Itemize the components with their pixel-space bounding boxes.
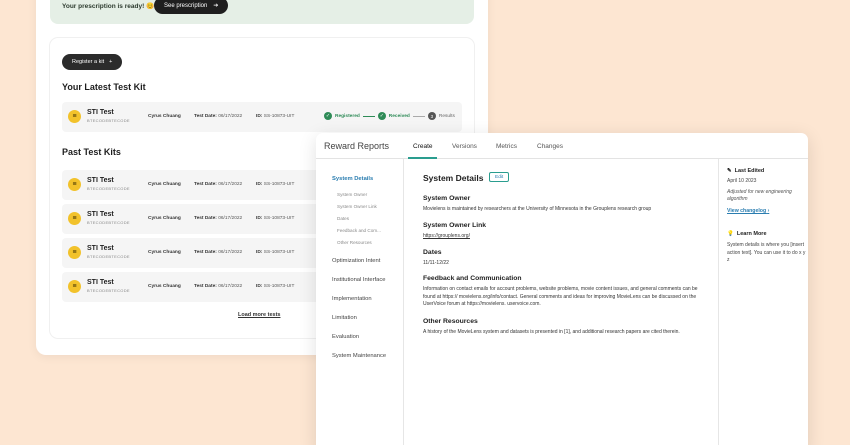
kit-date: Test Date: 06/17/2022	[194, 216, 243, 221]
test-tube-icon: ≡	[68, 178, 81, 191]
test-tube-icon: ≡	[68, 212, 81, 225]
step-received: Received	[388, 113, 410, 119]
kit-name: STI Test	[87, 177, 114, 184]
nav-implementation[interactable]: Implementation	[332, 296, 372, 302]
nav-limitation[interactable]: Limitation	[332, 315, 357, 321]
other-resources-text: A history of the MovieLens system and da…	[423, 329, 680, 335]
other-resources-heading: Other Resources	[423, 318, 478, 325]
system-owner-text: Movielens is maintained by researchers a…	[423, 206, 652, 212]
reward-header: Reward Reports Create Versions Metrics C…	[316, 133, 808, 159]
past-kits-heading: Past Test Kits	[62, 147, 121, 157]
learn-more-text: System details is where you [insert acti…	[727, 242, 806, 263]
tab-versions[interactable]: Versions	[452, 143, 477, 150]
last-edited-note: Adjusted for new engineering algorithm	[727, 189, 792, 202]
latest-kit-heading: Your Latest Test Kit	[62, 82, 146, 92]
tab-changes[interactable]: Changes	[537, 143, 563, 150]
prescription-banner: Your prescription is ready! 😊 See prescr…	[50, 0, 474, 24]
last-edited-heading: ✎ Last Edited	[727, 168, 765, 174]
nav-optimization-intent[interactable]: Optimization Intent	[332, 258, 380, 264]
step-registered: Registered	[335, 113, 360, 119]
check-icon: ✓	[324, 112, 332, 120]
owner-link-heading: System Owner Link	[423, 222, 487, 229]
register-kit-button[interactable]: Register a kit +	[62, 54, 123, 70]
kit-name: STI Test	[87, 109, 114, 116]
tab-metrics[interactable]: Metrics	[496, 143, 517, 150]
section-title: System Details	[423, 173, 484, 183]
nav-dates[interactable]: Dates	[337, 216, 349, 221]
kit-code: BTECODEBTECODE	[87, 254, 130, 259]
kit-id: ID: SS-10873-UIT	[256, 114, 295, 119]
nav-feedback[interactable]: Feedback and Com...	[337, 228, 381, 233]
arrow-right-icon: ➔	[213, 3, 219, 9]
kit-date: Test Date: 06/17/2022	[194, 250, 243, 255]
tab-create[interactable]: Create	[413, 143, 433, 150]
plus-icon: +	[109, 59, 113, 65]
kit-code: BTECODEBTECODE	[87, 288, 130, 293]
app-title: Reward Reports	[324, 141, 390, 151]
kit-owner: Cyrus Chuang	[148, 284, 181, 289]
nav-other-resources[interactable]: Other Resources	[337, 240, 372, 245]
learn-more-heading: 💡 Learn More	[727, 231, 767, 237]
latest-kit-row[interactable]: ≡ STI Test BTECODEBTECODE Cyrus Chuang T…	[62, 102, 462, 132]
view-changelog-link[interactable]: View changelog ›	[727, 208, 769, 214]
step-connector	[362, 115, 375, 117]
test-tube-icon: ≡	[68, 110, 81, 123]
feedback-text: Information on contact emails for accoun…	[423, 286, 698, 307]
kit-owner: Cyrus Chuang	[148, 182, 181, 187]
kit-owner: Cyrus Chuang	[148, 114, 181, 119]
reward-reports-window: Reward Reports Create Versions Metrics C…	[316, 133, 808, 445]
kit-code: BTECODEBTECODE	[87, 118, 130, 123]
system-owner-heading: System Owner	[423, 195, 471, 202]
last-edited-date: April 10 2023	[727, 178, 757, 184]
feedback-heading: Feedback and Communication	[423, 275, 522, 282]
nav-system-owner-link[interactable]: System Owner Link	[337, 204, 377, 209]
nav-institutional-interface[interactable]: Institutional Interface	[332, 277, 386, 283]
step-results: Results	[438, 113, 455, 119]
load-more-link[interactable]: Load more tests	[238, 312, 280, 318]
test-tube-icon: ≡	[68, 280, 81, 293]
active-tab-indicator	[408, 157, 437, 159]
dates-text: 11/11-12/22	[423, 260, 449, 266]
nav-system-details[interactable]: System Details	[332, 176, 373, 182]
kit-date: Test Date: 06/17/2022	[194, 114, 243, 119]
kit-owner: Cyrus Chuang	[148, 216, 181, 221]
step-number: 3	[427, 112, 436, 120]
kit-name: STI Test	[87, 279, 114, 286]
kit-progress: ✓ Registered ✓ Received 3 Results	[324, 112, 455, 120]
prescription-text: Your prescription is ready! 😊	[62, 3, 155, 10]
edit-button[interactable]: Edit	[489, 172, 510, 182]
nav-evaluation[interactable]: Evaluation	[332, 334, 359, 340]
kit-owner: Cyrus Chuang	[148, 250, 181, 255]
nav-system-maintenance[interactable]: System Maintenance	[332, 353, 386, 359]
kit-code: BTECODEBTECODE	[87, 220, 130, 225]
lightbulb-icon: 💡	[727, 231, 734, 237]
kit-name: STI Test	[87, 211, 114, 218]
kit-date: Test Date: 06/17/2022	[194, 182, 243, 187]
kit-date: Test Date: 06/17/2022	[194, 284, 243, 289]
kit-name: STI Test	[87, 245, 114, 252]
owner-link[interactable]: https://grouplens.org/	[423, 233, 705, 241]
see-prescription-button[interactable]: See prescription ➔	[154, 0, 229, 14]
pencil-icon: ✎	[727, 168, 732, 174]
kit-id: ID: SS-10873-UIT	[256, 182, 295, 187]
check-icon: ✓	[377, 112, 386, 120]
step-connector	[412, 115, 425, 117]
kit-id: ID: SS-10873-UIT	[256, 284, 295, 289]
dates-heading: Dates	[423, 249, 442, 256]
kit-code: BTECODEBTECODE	[87, 186, 130, 191]
nav-system-owner[interactable]: System Owner	[337, 192, 367, 197]
info-sidebar: ✎ Last Edited April 10 2023 Adjusted for…	[718, 159, 808, 445]
section-nav: System Details System Owner System Owner…	[316, 159, 404, 445]
kit-id: ID: SS-10873-UIT	[256, 216, 295, 221]
test-tube-icon: ≡	[68, 246, 81, 259]
kit-id: ID: SS-10873-UIT	[256, 250, 295, 255]
chevron-right-icon: ›	[767, 208, 770, 214]
